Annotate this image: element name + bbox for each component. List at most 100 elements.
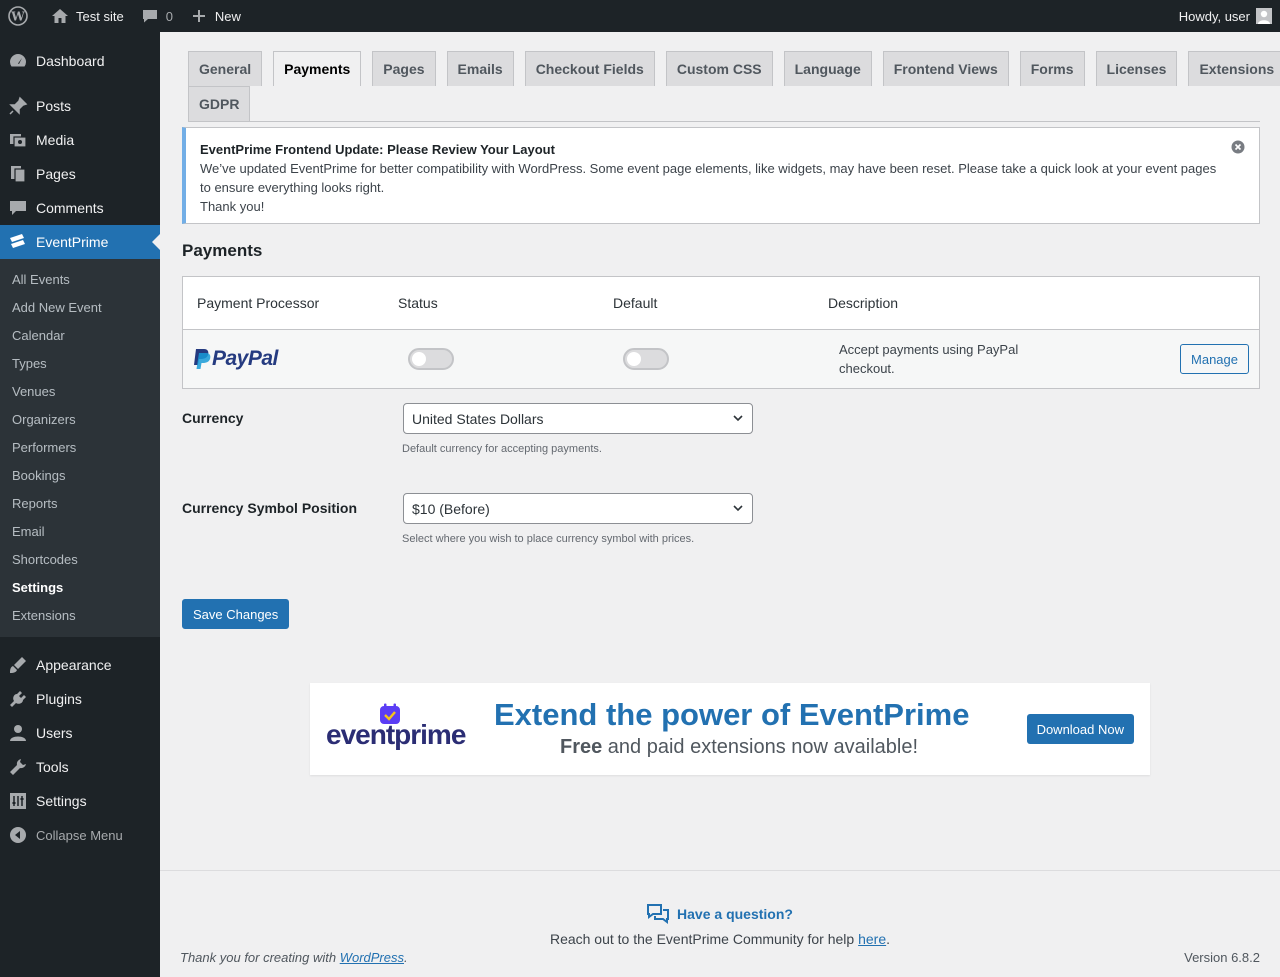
tab-pages[interactable]: Pages [372,51,436,86]
tab-licenses[interactable]: Licenses [1095,51,1178,86]
submenu-performers[interactable]: Performers [0,434,160,462]
wordpress-logo-icon: W [8,6,28,26]
wp-version: Version 6.8.2 [1184,950,1260,965]
column-header: Description [828,295,899,311]
payments-heading: Payments [182,241,263,260]
currency-description: Default currency for accepting payments. [402,443,602,455]
eventprime-submenu: All Events Add New Event Calendar Types … [0,259,160,637]
tab-gdpr[interactable]: GDPR [188,86,251,121]
submenu-settings[interactable]: Settings [0,574,160,602]
submenu-organizers[interactable]: Organizers [0,406,160,434]
table-row: PayPal Accept payments using PayPal chec… [183,330,1259,388]
svg-text:W: W [10,10,25,24]
submenu-calendar[interactable]: Calendar [0,322,160,350]
footer-thanks: Thank you for creating with WordPress. [180,950,408,965]
submenu-bookings[interactable]: Bookings [0,462,160,490]
site-name-link[interactable]: Test site [42,0,132,32]
update-notice: EventPrime Frontend Update: Please Revie… [182,127,1260,224]
submenu-shortcodes[interactable]: Shortcodes [0,546,160,574]
menu-label: Media [36,132,75,148]
submenu-types[interactable]: Types [0,350,160,378]
menu-tools[interactable]: Tools [0,750,160,784]
collapse-menu-button[interactable]: Collapse Menu [0,818,160,852]
menu-appearance[interactable]: Appearance [0,648,160,682]
currency-selected-value: United States Dollars [412,410,544,427]
submenu-reports[interactable]: Reports [0,490,160,518]
save-changes-button[interactable]: Save Changes [182,599,290,629]
wordpress-link[interactable]: WordPress [340,950,404,965]
tab-general[interactable]: General [188,51,263,86]
table-header-row: Payment Processor Status Default Descrip… [183,277,1259,330]
submenu-all-events[interactable]: All Events [0,266,160,294]
my-account-link[interactable]: Howdy, user [1179,8,1280,24]
comments-count: 0 [165,8,173,24]
collapse-label: Collapse Menu [36,827,123,843]
manage-paypal-button[interactable]: Manage [1180,344,1249,374]
extensions-banner: eventprime Extend the power of EventPrim… [310,683,1150,775]
plug-icon [8,689,28,709]
download-now-button[interactable]: Download Now [1026,714,1134,744]
avatar [1256,8,1272,24]
tab-frontend-views[interactable]: Frontend Views [882,51,1009,86]
column-header: Status [398,295,438,311]
tab-emails[interactable]: Emails [446,51,514,86]
home-icon [50,6,70,26]
symbol-position-selected-value: $10 (Before) [412,500,490,517]
banner-headline: Extend the power of EventPrime [494,697,970,732]
menu-label: Dashboard [36,53,105,69]
settings-tabs: General Payments Pages Emails Checkout F… [188,51,1280,122]
menu-plugins[interactable]: Plugins [0,682,160,716]
menu-dashboard[interactable]: Dashboard [0,44,160,78]
banner-subtitle: Free and paid extensions now available! [560,736,918,759]
tabs-divider [188,121,1260,122]
submenu-add-new-event[interactable]: Add New Event [0,294,160,322]
wordpress-logo-button[interactable]: W [0,0,42,32]
media-icon [8,130,28,150]
paypal-logo: PayPal [183,347,398,371]
users-icon [8,723,28,743]
notice-body: We’ve updated EventPrime for better comp… [200,161,1217,195]
menu-settings[interactable]: Settings [0,784,160,818]
brush-icon [8,655,28,675]
comments-link[interactable]: 0 [132,0,181,32]
eventprime-logo: eventprime [326,719,466,750]
column-header: Default [613,295,658,311]
eventprime-icon [8,232,28,252]
menu-posts[interactable]: Posts [0,89,160,123]
collapse-arrow-icon [8,825,28,845]
tab-payments[interactable]: Payments [273,51,362,86]
menu-label: Appearance [36,657,112,673]
submenu-venues[interactable]: Venues [0,378,160,406]
menu-eventprime[interactable]: EventPrime [0,225,160,259]
footer: Have a question? Reach out to the EventP… [160,870,1280,977]
menu-comments[interactable]: Comments [0,191,160,225]
currency-select[interactable]: United States Dollars [403,403,753,434]
dismiss-notice-icon[interactable] [1231,140,1245,154]
tab-checkout-fields[interactable]: Checkout Fields [524,51,655,86]
symbol-position-select[interactable]: $10 (Before) [403,493,753,524]
submenu-extensions[interactable]: Extensions [0,602,160,630]
new-content-link[interactable]: New [181,0,249,32]
menu-users[interactable]: Users [0,716,160,750]
tab-forms[interactable]: Forms [1019,51,1085,86]
notice-title: EventPrime Frontend Update: Please Revie… [200,142,555,157]
wrench-icon [8,757,28,777]
submenu-email[interactable]: Email [0,518,160,546]
tab-custom-css[interactable]: Custom CSS [665,51,773,86]
paypal-status-toggle[interactable] [408,348,454,370]
admin-bar: W Test site 0 New Howdy, user [0,0,1280,32]
paypal-p-icon [194,349,211,369]
howdy-text: Howdy, user [1178,8,1250,24]
tab-extensions[interactable]: Extensions [1188,51,1280,86]
settings-icon [8,791,28,811]
toggle-knob [412,352,426,366]
menu-label: EventPrime [36,234,109,250]
help-here-link[interactable]: here [858,931,886,947]
paypal-description: Accept payments using PayPal checkout. [839,342,1019,376]
menu-pages[interactable]: Pages [0,157,160,191]
column-header: Payment Processor [197,295,320,311]
paypal-default-toggle[interactable] [623,348,669,370]
menu-media[interactable]: Media [0,123,160,157]
pages-icon [8,164,28,184]
tab-language[interactable]: Language [783,51,872,86]
